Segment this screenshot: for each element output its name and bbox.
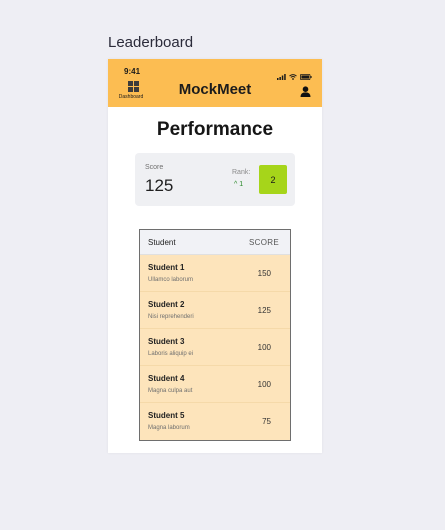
student-score: 125 — [257, 306, 271, 315]
table-row[interactable]: Student 4 Magna culpa aut 100 — [140, 366, 290, 403]
student-name: Student 3 — [148, 337, 185, 346]
rank-label: Rank: — [232, 169, 251, 176]
phone-frame: 9:41 Dashboard MockMeet Performance Scor… — [108, 59, 322, 453]
student-name: Student 5 — [148, 411, 185, 420]
status-time: 9:41 — [124, 67, 141, 76]
app-bar: 9:41 Dashboard MockMeet — [108, 59, 322, 107]
score-label: Score — [145, 164, 164, 171]
app-title: MockMeet — [178, 81, 252, 98]
student-name: Student 2 — [148, 300, 185, 309]
student-subtitle: Magna culpa aut — [148, 388, 193, 394]
student-subtitle: Magna laborum — [148, 425, 190, 431]
user-icon — [300, 84, 311, 101]
column-header-student: Student — [148, 238, 176, 247]
student-name: Student 1 — [148, 263, 185, 272]
page-label: Leaderboard — [108, 34, 194, 51]
column-header-score: SCORE — [249, 238, 279, 247]
score-value: 125 — [145, 176, 174, 195]
student-score: 150 — [257, 269, 271, 278]
performance-title: Performance — [156, 119, 274, 140]
student-score: 100 — [257, 380, 271, 389]
student-score: 100 — [257, 343, 271, 352]
rank-badge: 2 — [259, 165, 287, 194]
table-row[interactable]: Student 1 Ullamco laborum 150 — [140, 255, 290, 292]
table-row[interactable]: Student 3 Laboris aliquip ei 100 — [140, 329, 290, 366]
table-row[interactable]: Student 2 Nisi reprehenderi 125 — [140, 292, 290, 329]
table-header: Student SCORE — [140, 230, 290, 255]
student-score: 75 — [262, 417, 271, 426]
table-row[interactable]: Student 5 Magna laborum 75 — [140, 403, 290, 440]
student-subtitle: Laboris aliquip ei — [148, 351, 194, 357]
leaderboard-table: Student SCORE Student 1 Ullamco laborum … — [139, 229, 291, 441]
rank-change: ^ 1 — [234, 181, 244, 188]
student-subtitle: Ullamco laborum — [148, 277, 194, 283]
score-card: Score 125 Rank: ^ 1 2 — [135, 153, 295, 206]
profile-button[interactable] — [300, 84, 311, 102]
student-subtitle: Nisi reprehenderi — [148, 314, 194, 320]
student-name: Student 4 — [148, 374, 185, 383]
